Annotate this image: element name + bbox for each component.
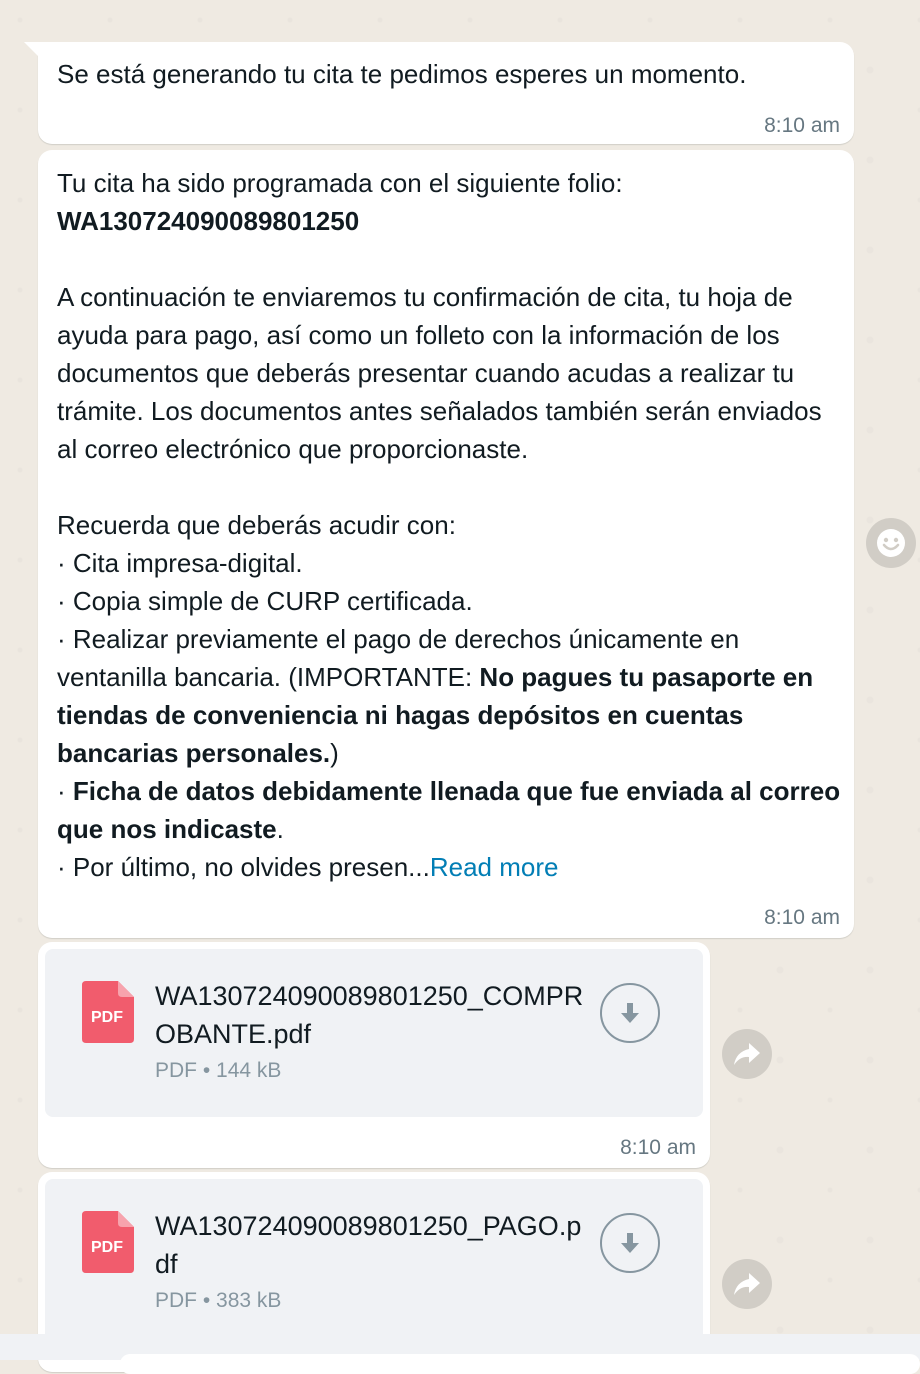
pdf-icon-label: PDF	[91, 1239, 123, 1256]
message-line: Tu cita ha sido programada con el siguie…	[57, 168, 623, 198]
message-text: Se está generando tu cita te pedimos esp…	[57, 59, 747, 89]
list-item: · Realizar previamente el pago de derech…	[57, 620, 847, 772]
list-item-text: )	[330, 738, 339, 768]
forward-button[interactable]	[722, 1029, 772, 1079]
message-line: Recuerda que deberás acudir con:	[57, 510, 456, 540]
message-body: Tu cita ha sido programada con el siguie…	[57, 164, 847, 886]
message-bubble[interactable]: Se está generando tu cita te pedimos esp…	[24, 42, 854, 144]
document-name: WA130724090089801250_PAGO.pdf	[155, 1211, 582, 1279]
document-card[interactable]: PDF WA130724090089801250_PAGO.pdf PDF • …	[45, 1179, 703, 1347]
list-item: · Ficha de datos debidamente llenada que…	[57, 772, 847, 848]
forward-icon	[734, 1043, 760, 1065]
message-time: 8:10 am	[764, 906, 840, 929]
folio-number: WA130724090089801250	[57, 206, 360, 236]
list-item-text: · Por último, no olvides presen...	[57, 852, 430, 882]
download-icon	[621, 1003, 639, 1023]
emoji-reaction-button[interactable]	[866, 518, 916, 568]
list-item-bold: Ficha de datos debidamente llenada que f…	[57, 776, 841, 844]
download-button[interactable]	[600, 983, 660, 1043]
list-item-text: .	[276, 814, 284, 844]
document-card[interactable]: PDF WA130724090089801250_COMPROBANTE.pdf…	[45, 949, 703, 1117]
download-button[interactable]	[600, 1213, 660, 1273]
message-input[interactable]	[120, 1354, 920, 1374]
forward-button[interactable]	[722, 1259, 772, 1309]
read-more-link[interactable]: Read more	[430, 852, 559, 882]
list-item-text: ·	[57, 776, 73, 806]
message-time: 8:10 am	[620, 1136, 696, 1159]
document-meta: PDF • 383 kB	[155, 1289, 282, 1312]
forward-icon	[734, 1273, 760, 1295]
document-message[interactable]: PDF WA130724090089801250_COMPROBANTE.pdf…	[38, 942, 710, 1168]
message-bubble[interactable]: Tu cita ha sido programada con el siguie…	[38, 150, 854, 938]
message-paragraph: A continuación te enviaremos tu confirma…	[57, 282, 822, 464]
list-item: · Cita impresa-digital.	[57, 548, 303, 578]
bubble-tail	[24, 42, 40, 58]
list-item: · Copia simple de CURP certificada.	[57, 586, 473, 616]
message-time: 8:10 am	[764, 114, 840, 137]
document-meta: PDF • 144 kB	[155, 1059, 282, 1082]
download-icon	[621, 1233, 639, 1253]
list-item: · Por último, no olvides presen...Read m…	[57, 848, 847, 886]
emoji-icon	[877, 529, 905, 557]
pdf-file-icon: PDF	[82, 981, 134, 1043]
document-name: WA130724090089801250_COMPROBANTE.pdf	[155, 981, 584, 1049]
pdf-icon-label: PDF	[91, 1009, 123, 1026]
pdf-file-icon: PDF	[82, 1211, 134, 1273]
